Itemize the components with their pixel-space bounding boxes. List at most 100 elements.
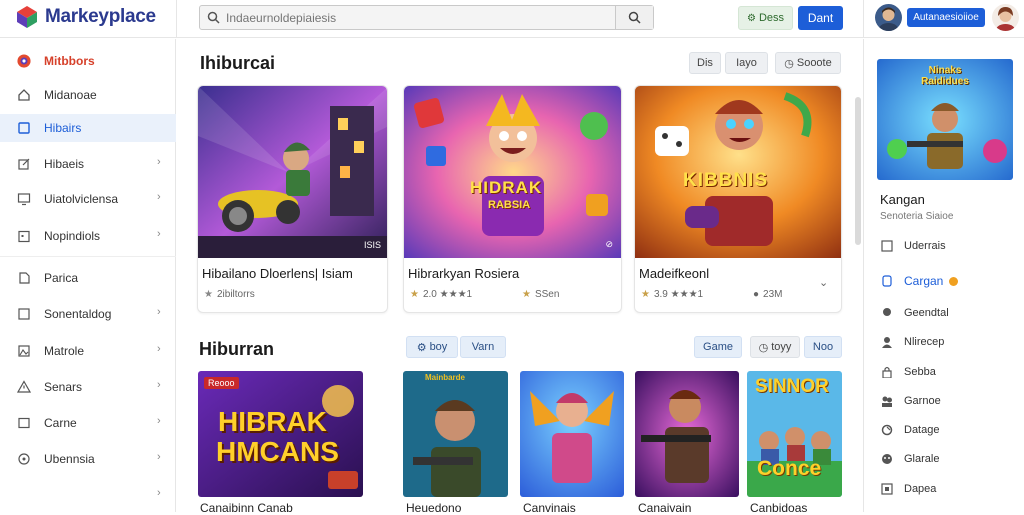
sidebar-item[interactable]: Sonentaldog › (0, 300, 176, 328)
sidebar-item[interactable]: Nopindiols › (0, 222, 176, 250)
chevron-right-icon: › (157, 156, 161, 168)
star-icon: ★ (641, 289, 650, 300)
sidebar-item-more[interactable]: › (0, 481, 176, 509)
location-icon: ● (753, 289, 760, 300)
star-icon: ★ (204, 289, 213, 300)
sort-chip[interactable]: ◷ toyy (750, 336, 800, 358)
sidebar-item-label: Sonentaldog (44, 307, 112, 321)
section-title: Hiburran (199, 339, 275, 359)
location-icon (880, 306, 894, 320)
chevron-down-icon[interactable]: ⌄ (819, 276, 828, 289)
panel-item-label: Geendtal (904, 307, 949, 319)
clock-icon: ◷ (758, 341, 769, 354)
rating-text: 2.0 ★★★1 (422, 289, 473, 300)
panel-subtitle: Senoteria Siaioe (880, 211, 954, 222)
sidebar-item[interactable]: Ubennsia › (0, 445, 176, 473)
gear-icon: ⚙ (746, 12, 756, 24)
panel-item[interactable]: Dapea (880, 479, 936, 499)
game-tile[interactable] (520, 371, 624, 497)
sort-chip[interactable]: ◷ Sooote (775, 52, 841, 74)
filter-chip[interactable]: Varn (460, 336, 506, 358)
scrollbar[interactable] (855, 97, 861, 245)
game-card[interactable]: HIDRAK RABSIA ⊘ Hibrarkyan Rosiera ★ 2.0… (403, 85, 622, 313)
account-button[interactable]: Autanaesioiioe (907, 8, 985, 27)
panel-item-label: Datage (904, 424, 940, 436)
rating-text: 3.9 ★★★1 (653, 289, 704, 300)
lock-icon (880, 365, 894, 379)
sidebar-item-label: Ubennsia (44, 452, 95, 466)
card-downloads: ● 23M (753, 289, 783, 300)
game-card[interactable]: ISIS Hibailano Dloerlens| Isiam ★ 2ibilt… (197, 85, 388, 313)
filter-chip[interactable]: Iayo (725, 52, 768, 74)
app-logo[interactable]: Markeyplace (15, 5, 156, 29)
chevron-right-icon: › (157, 306, 161, 318)
primary-button[interactable]: Dant (798, 6, 843, 30)
filter-chip[interactable]: Game (694, 336, 742, 358)
main-content: Ihiburcai Dis Iayo ◷ Sooote ISIS Hibaila… (177, 39, 862, 512)
panel-item-label: Uderrais (904, 240, 946, 252)
sidebar-item[interactable]: Uiatolviclensa › (0, 185, 176, 213)
avatar[interactable] (875, 4, 902, 31)
sidebar-item-home[interactable]: Midanoae (0, 81, 176, 109)
sidebar-item-brand[interactable]: Mitbbors (0, 47, 176, 75)
sidebar-item-label: Mitbbors (44, 54, 95, 68)
game-tile[interactable] (635, 371, 739, 497)
tile-art-subtitle: HMCANS (216, 436, 339, 467)
game-card[interactable]: KIBBNIS Madeifkeonl ⌄ ★ 3.9 ★★★1 ● 23M (634, 85, 842, 313)
logo-icon (15, 5, 39, 29)
chevron-right-icon: › (157, 379, 161, 391)
sidebar-item[interactable]: Matrole › (0, 337, 176, 365)
game-tile[interactable]: SINNOR Conce (747, 371, 842, 497)
chip-label: Sooote (796, 57, 832, 69)
panel-item[interactable]: Uderrais (880, 236, 946, 256)
panel-item[interactable]: Sebba (880, 362, 936, 382)
panel-item[interactable]: Glarale (880, 449, 939, 469)
panel-item[interactable]: Garnoe (880, 391, 941, 411)
tile-title: Heuedono (406, 501, 462, 515)
sidebar-divider (0, 256, 176, 257)
sidebar-item-label: Midanoae (44, 88, 97, 102)
game-tile[interactable]: Mainbarde (403, 371, 508, 497)
sidebar-item[interactable]: Parica (0, 264, 176, 292)
sidebar-item-active[interactable]: Hibairs (0, 114, 176, 142)
filter-chip[interactable]: Dis (689, 52, 721, 74)
sidebar-item[interactable]: Carne › (0, 409, 176, 437)
downloads-text: SSen (534, 289, 560, 300)
sidebar-item-label: Carne (44, 416, 77, 430)
filter-chip[interactable]: Noo (804, 336, 842, 358)
card-title: Hibrarkyan Rosiera (408, 266, 520, 281)
sidebar-item[interactable]: Senars › (0, 373, 176, 401)
tile-badge: Mainbarde (425, 373, 466, 382)
panel-item-label: Dapea (904, 483, 937, 495)
panel-title: Kangan (880, 192, 925, 207)
featured-image[interactable]: Ninaks Raididues (877, 59, 1013, 180)
panel-item[interactable]: Datage (880, 420, 939, 440)
chevron-right-icon: › (157, 415, 161, 427)
sidebar-item[interactable]: Hibaeis › (0, 150, 176, 178)
user-icon (880, 335, 894, 349)
edit-icon (17, 157, 31, 171)
panel-item-accent[interactable]: Cargan (880, 271, 959, 291)
link-icon: ⊘ (605, 239, 613, 249)
tile-title: Canvinais (523, 501, 576, 515)
square-icon (17, 416, 31, 430)
star-icon: ★ (522, 289, 531, 300)
chevron-right-icon: › (157, 487, 161, 499)
filter-chip[interactable]: ⚙ boy (406, 336, 458, 358)
phone-icon (880, 274, 894, 288)
circle-icon (17, 452, 31, 466)
user-avatar[interactable] (992, 4, 1019, 31)
search-button[interactable] (615, 6, 653, 29)
tile-title: Canbidoas (750, 501, 808, 515)
panel-item[interactable]: Geendtal (880, 303, 949, 323)
card-title: Madeifkeonl (639, 266, 710, 281)
art-title: HIDRAK (470, 178, 543, 197)
panel-item[interactable]: Nlirecep (880, 332, 944, 352)
search-input[interactable] (226, 6, 615, 29)
search-icon (628, 11, 641, 24)
square-icon (17, 121, 31, 135)
tile-art-title: SINNOR (755, 376, 829, 397)
green-action-button[interactable]: ⚙ Dess (738, 6, 793, 30)
divider (863, 0, 864, 38)
game-tile[interactable]: Reooo HIBRAK HMCANS (198, 371, 363, 497)
